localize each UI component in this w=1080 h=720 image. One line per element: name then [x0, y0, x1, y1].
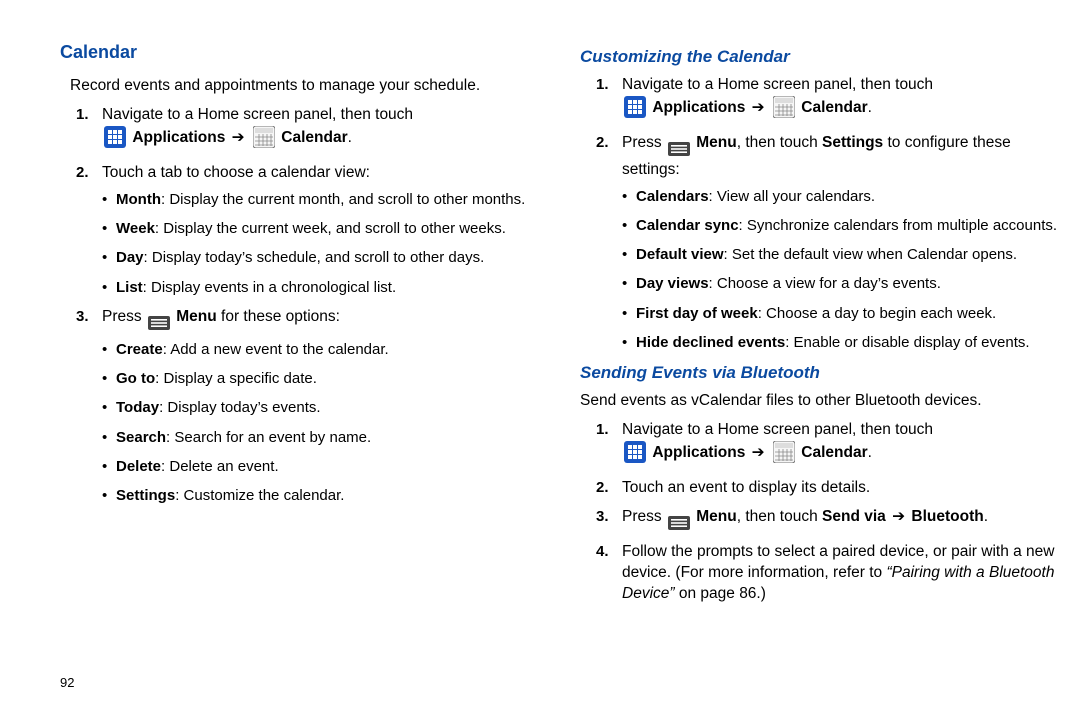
step-text: Navigate to a Home screen panel, then to… [102, 106, 413, 123]
customizing-steps: Navigate to a Home screen panel, then to… [580, 75, 1060, 354]
bluetooth-label: Bluetooth [911, 508, 983, 525]
step-2: Touch an event to display its details. [622, 478, 1060, 499]
step-1: Navigate to a Home screen panel, then to… [622, 75, 1060, 125]
calendar-intro: Record events and appointments to manage… [70, 76, 540, 97]
list-item: Settings: Customize the calendar. [116, 484, 540, 507]
step-2: Touch a tab to choose a calendar view: M… [102, 163, 540, 299]
manual-page: Calendar Record events and appointments … [0, 0, 1080, 720]
list-item: Search: Search for an event by name. [116, 426, 540, 449]
list-item: Create: Add a new event to the calendar. [116, 338, 540, 361]
left-column: Calendar Record events and appointments … [60, 40, 540, 690]
step-3: Press Menu, then touch Send via ➔ Blueto… [622, 507, 1060, 534]
calendar-icon [773, 441, 795, 470]
menu-label: Menu [176, 308, 216, 325]
heading-bluetooth: Sending Events via Bluetooth [580, 362, 1060, 385]
apps-icon [624, 441, 646, 470]
list-item: Week: Display the current week, and scro… [116, 217, 540, 240]
apps-label: Applications [652, 444, 745, 461]
menu-label: Menu [696, 134, 736, 151]
list-item: Hide declined events: Enable or disable … [636, 331, 1060, 354]
heading-calendar: Calendar [60, 40, 540, 64]
apps-label: Applications [652, 99, 745, 116]
arrow-icon: ➔ [890, 508, 907, 525]
step-text: Press [622, 508, 666, 525]
sendvia-label: Send via [822, 508, 886, 525]
calendar-icon [773, 96, 795, 125]
bluetooth-intro: Send events as vCalendar files to other … [580, 391, 1060, 412]
menu-icon [148, 313, 170, 334]
calendar-steps: Navigate to a Home screen panel, then to… [60, 105, 540, 507]
apps-label: Applications [132, 129, 225, 146]
step-1: Navigate to a Home screen panel, then to… [102, 105, 540, 155]
calendar-label: Calendar [281, 129, 347, 146]
step-text: Press [622, 134, 666, 151]
arrow-icon: ➔ [230, 129, 247, 146]
step-2: Press Menu, then touch Settings to confi… [622, 133, 1060, 354]
step-text: Touch an event to display its details. [622, 479, 870, 496]
list-item: Go to: Display a specific date. [116, 367, 540, 390]
arrow-icon: ➔ [750, 444, 767, 461]
view-list: Month: Display the current month, and sc… [102, 188, 540, 299]
menu-icon [668, 139, 690, 160]
right-column: Customizing the Calendar Navigate to a H… [580, 40, 1060, 690]
list-item: Day: Display today’s schedule, and scrol… [116, 246, 540, 269]
list-item: Delete: Delete an event. [116, 455, 540, 478]
menu-label: Menu [696, 508, 736, 525]
settings-label: Settings [822, 134, 883, 151]
settings-list: Calendars: View all your calendars. Cale… [622, 185, 1060, 355]
step-text: Press [102, 308, 146, 325]
heading-customizing: Customizing the Calendar [580, 46, 1060, 69]
calendar-label: Calendar [801, 444, 867, 461]
step-text: on page 86.) [675, 585, 766, 602]
step-3: Press Menu for these options: Create: Ad… [102, 307, 540, 507]
list-item: Month: Display the current month, and sc… [116, 188, 540, 211]
list-item: List: Display events in a chronological … [116, 276, 540, 299]
options-list: Create: Add a new event to the calendar.… [102, 338, 540, 508]
list-item: Calendars: View all your calendars. [636, 185, 1060, 208]
list-item: First day of week: Choose a day to begin… [636, 302, 1060, 325]
menu-icon [668, 513, 690, 534]
list-item: Default view: Set the default view when … [636, 243, 1060, 266]
step-text: for these options: [221, 308, 340, 325]
calendar-label: Calendar [801, 99, 867, 116]
apps-icon [624, 96, 646, 125]
step-text: Navigate to a Home screen panel, then to… [622, 76, 933, 93]
list-item: Calendar sync: Synchronize calendars fro… [636, 214, 1060, 237]
list-item: Day views: Choose a view for a day’s eve… [636, 272, 1060, 295]
step-1: Navigate to a Home screen panel, then to… [622, 420, 1060, 470]
step-text: Touch a tab to choose a calendar view: [102, 164, 370, 181]
calendar-icon [253, 126, 275, 155]
apps-icon [104, 126, 126, 155]
page-number: 92 [60, 674, 74, 692]
arrow-icon: ➔ [750, 99, 767, 116]
bluetooth-steps: Navigate to a Home screen panel, then to… [580, 420, 1060, 604]
step-4: Follow the prompts to select a paired de… [622, 542, 1060, 605]
step-text: Navigate to a Home screen panel, then to… [622, 421, 933, 438]
list-item: Today: Display today’s events. [116, 396, 540, 419]
